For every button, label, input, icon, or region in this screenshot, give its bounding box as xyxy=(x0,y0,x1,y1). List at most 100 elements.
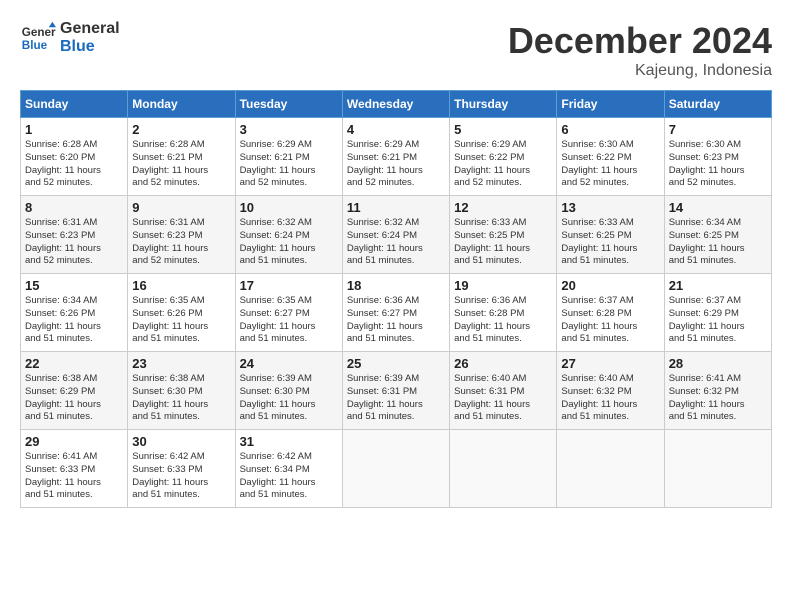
day-cell: 20 Sunrise: 6:37 AM Sunset: 6:28 PM Dayli… xyxy=(557,274,664,352)
day-number: 20 xyxy=(561,278,659,293)
day-number: 13 xyxy=(561,200,659,215)
page-header: General Blue General Blue December 2024 … xyxy=(20,20,772,80)
day-number: 17 xyxy=(240,278,338,293)
day-cell: 30 Sunrise: 6:42 AM Sunset: 6:33 PM Dayli… xyxy=(128,430,235,508)
day-info: Sunrise: 6:38 AM Sunset: 6:29 PM Dayligh… xyxy=(25,373,123,424)
day-info: Sunrise: 6:41 AM Sunset: 6:32 PM Dayligh… xyxy=(669,373,767,424)
col-header-wednesday: Wednesday xyxy=(342,91,449,118)
day-number: 15 xyxy=(25,278,123,293)
day-cell: 9 Sunrise: 6:31 AM Sunset: 6:23 PM Daylig… xyxy=(128,196,235,274)
day-number: 21 xyxy=(669,278,767,293)
day-cell xyxy=(450,430,557,508)
day-cell: 26 Sunrise: 6:40 AM Sunset: 6:31 PM Dayli… xyxy=(450,352,557,430)
day-number: 25 xyxy=(347,356,445,371)
day-info: Sunrise: 6:32 AM Sunset: 6:24 PM Dayligh… xyxy=(347,217,445,268)
day-info: Sunrise: 6:35 AM Sunset: 6:26 PM Dayligh… xyxy=(132,295,230,346)
day-cell xyxy=(342,430,449,508)
day-number: 24 xyxy=(240,356,338,371)
day-info: Sunrise: 6:41 AM Sunset: 6:33 PM Dayligh… xyxy=(25,451,123,502)
day-cell: 5 Sunrise: 6:29 AM Sunset: 6:22 PM Daylig… xyxy=(450,118,557,196)
logo-blue: Blue xyxy=(60,38,120,56)
day-info: Sunrise: 6:36 AM Sunset: 6:28 PM Dayligh… xyxy=(454,295,552,346)
day-cell: 16 Sunrise: 6:35 AM Sunset: 6:26 PM Dayli… xyxy=(128,274,235,352)
day-number: 19 xyxy=(454,278,552,293)
day-cell: 31 Sunrise: 6:42 AM Sunset: 6:34 PM Dayli… xyxy=(235,430,342,508)
day-cell: 17Sunrise: 6:35 AM Sunset: 6:27 PM Dayli… xyxy=(235,274,342,352)
calendar-table: SundayMondayTuesdayWednesdayThursdayFrid… xyxy=(20,90,772,508)
col-header-monday: Monday xyxy=(128,91,235,118)
day-cell: 3Sunrise: 6:29 AM Sunset: 6:21 PM Daylig… xyxy=(235,118,342,196)
week-row-5: 29 Sunrise: 6:41 AM Sunset: 6:33 PM Dayli… xyxy=(21,430,772,508)
day-cell: 2 Sunrise: 6:28 AM Sunset: 6:21 PM Daylig… xyxy=(128,118,235,196)
day-info: Sunrise: 6:33 AM Sunset: 6:25 PM Dayligh… xyxy=(454,217,552,268)
day-number: 2 xyxy=(132,122,230,137)
day-number: 26 xyxy=(454,356,552,371)
day-number: 27 xyxy=(561,356,659,371)
day-info: Sunrise: 6:38 AM Sunset: 6:30 PM Dayligh… xyxy=(132,373,230,424)
day-number: 5 xyxy=(454,122,552,137)
day-cell: 15Sunrise: 6:34 AM Sunset: 6:26 PM Dayli… xyxy=(21,274,128,352)
day-info: Sunrise: 6:30 AM Sunset: 6:22 PM Dayligh… xyxy=(561,139,659,190)
day-info: Sunrise: 6:36 AM Sunset: 6:27 PM Dayligh… xyxy=(347,295,445,346)
day-number: 30 xyxy=(132,434,230,449)
week-row-4: 22 Sunrise: 6:38 AM Sunset: 6:29 PM Dayli… xyxy=(21,352,772,430)
col-header-tuesday: Tuesday xyxy=(235,91,342,118)
day-info: Sunrise: 6:40 AM Sunset: 6:31 PM Dayligh… xyxy=(454,373,552,424)
day-cell: 21Sunrise: 6:37 AM Sunset: 6:29 PM Dayli… xyxy=(664,274,771,352)
day-number: 3 xyxy=(240,122,338,137)
day-cell: 23 Sunrise: 6:38 AM Sunset: 6:30 PM Dayli… xyxy=(128,352,235,430)
col-header-thursday: Thursday xyxy=(450,91,557,118)
day-cell: 18 Sunrise: 6:36 AM Sunset: 6:27 PM Dayli… xyxy=(342,274,449,352)
day-number: 16 xyxy=(132,278,230,293)
day-cell: 12Sunrise: 6:33 AM Sunset: 6:25 PM Dayli… xyxy=(450,196,557,274)
day-info: Sunrise: 6:28 AM Sunset: 6:21 PM Dayligh… xyxy=(132,139,230,190)
day-cell: 25Sunrise: 6:39 AM Sunset: 6:31 PM Dayli… xyxy=(342,352,449,430)
title-block: December 2024 Kajeung, Indonesia xyxy=(508,20,772,80)
day-cell: 6 Sunrise: 6:30 AM Sunset: 6:22 PM Daylig… xyxy=(557,118,664,196)
day-number: 31 xyxy=(240,434,338,449)
day-number: 23 xyxy=(132,356,230,371)
col-header-friday: Friday xyxy=(557,91,664,118)
day-number: 29 xyxy=(25,434,123,449)
day-info: Sunrise: 6:31 AM Sunset: 6:23 PM Dayligh… xyxy=(25,217,123,268)
col-header-sunday: Sunday xyxy=(21,91,128,118)
day-cell: 4Sunrise: 6:29 AM Sunset: 6:21 PM Daylig… xyxy=(342,118,449,196)
calendar-body: 1Sunrise: 6:28 AM Sunset: 6:20 PM Daylig… xyxy=(21,118,772,508)
day-info: Sunrise: 6:37 AM Sunset: 6:28 PM Dayligh… xyxy=(561,295,659,346)
location-subtitle: Kajeung, Indonesia xyxy=(508,62,772,80)
col-header-saturday: Saturday xyxy=(664,91,771,118)
day-info: Sunrise: 6:29 AM Sunset: 6:22 PM Dayligh… xyxy=(454,139,552,190)
day-cell: 14Sunrise: 6:34 AM Sunset: 6:25 PM Dayli… xyxy=(664,196,771,274)
day-cell xyxy=(664,430,771,508)
day-number: 10 xyxy=(240,200,338,215)
week-row-3: 15Sunrise: 6:34 AM Sunset: 6:26 PM Dayli… xyxy=(21,274,772,352)
calendar-header-row: SundayMondayTuesdayWednesdayThursdayFrid… xyxy=(21,91,772,118)
day-info: Sunrise: 6:42 AM Sunset: 6:34 PM Dayligh… xyxy=(240,451,338,502)
month-title: December 2024 xyxy=(508,20,772,62)
day-number: 9 xyxy=(132,200,230,215)
day-cell: 13Sunrise: 6:33 AM Sunset: 6:25 PM Dayli… xyxy=(557,196,664,274)
day-cell: 1Sunrise: 6:28 AM Sunset: 6:20 PM Daylig… xyxy=(21,118,128,196)
day-cell: 7Sunrise: 6:30 AM Sunset: 6:23 PM Daylig… xyxy=(664,118,771,196)
week-row-1: 1Sunrise: 6:28 AM Sunset: 6:20 PM Daylig… xyxy=(21,118,772,196)
day-cell: 29 Sunrise: 6:41 AM Sunset: 6:33 PM Dayli… xyxy=(21,430,128,508)
day-info: Sunrise: 6:42 AM Sunset: 6:33 PM Dayligh… xyxy=(132,451,230,502)
week-row-2: 8Sunrise: 6:31 AM Sunset: 6:23 PM Daylig… xyxy=(21,196,772,274)
day-number: 1 xyxy=(25,122,123,137)
day-info: Sunrise: 6:39 AM Sunset: 6:30 PM Dayligh… xyxy=(240,373,338,424)
day-number: 6 xyxy=(561,122,659,137)
day-number: 7 xyxy=(669,122,767,137)
day-cell xyxy=(557,430,664,508)
svg-text:Blue: Blue xyxy=(22,39,48,52)
logo-general: General xyxy=(60,20,120,38)
day-number: 22 xyxy=(25,356,123,371)
day-number: 11 xyxy=(347,200,445,215)
day-info: Sunrise: 6:31 AM Sunset: 6:23 PM Dayligh… xyxy=(132,217,230,268)
day-cell: 11 Sunrise: 6:32 AM Sunset: 6:24 PM Dayli… xyxy=(342,196,449,274)
day-info: Sunrise: 6:40 AM Sunset: 6:32 PM Dayligh… xyxy=(561,373,659,424)
day-info: Sunrise: 6:32 AM Sunset: 6:24 PM Dayligh… xyxy=(240,217,338,268)
day-info: Sunrise: 6:34 AM Sunset: 6:25 PM Dayligh… xyxy=(669,217,767,268)
logo: General Blue General Blue xyxy=(20,20,120,56)
day-cell: 24 Sunrise: 6:39 AM Sunset: 6:30 PM Dayli… xyxy=(235,352,342,430)
day-number: 18 xyxy=(347,278,445,293)
